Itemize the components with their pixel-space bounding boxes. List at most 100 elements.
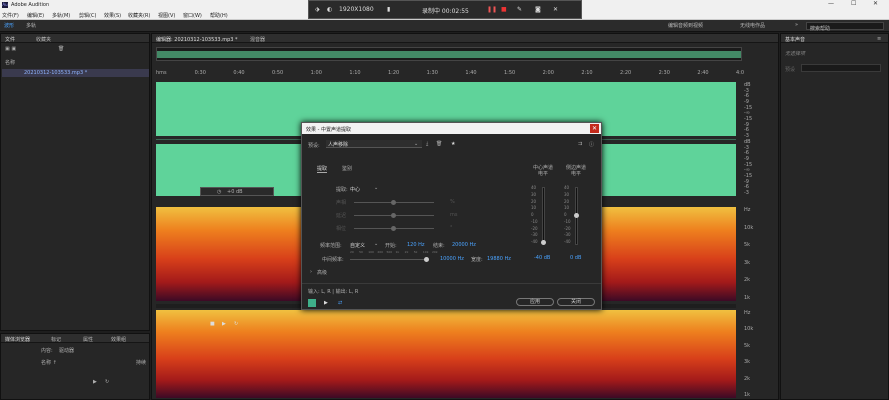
content-select[interactable]: 驱动器 (59, 347, 74, 354)
tab-favorites[interactable]: 收藏夹 (36, 36, 51, 43)
name-header[interactable]: 名称 ↑ (41, 359, 57, 366)
close-button[interactable]: 关闭 (557, 298, 595, 306)
spectrogram-right-channel[interactable] (156, 310, 736, 398)
advanced-chevron-icon[interactable]: › (310, 269, 312, 275)
extract-chevron-icon: ⌄ (374, 185, 379, 191)
tab-extract[interactable]: 提取 (317, 165, 328, 173)
workspace-video[interactable]: 编辑音频到视频 (668, 22, 703, 29)
tab-effects-rack[interactable]: 效果组 (111, 336, 126, 343)
center-level-label: 中心声道电平 (533, 165, 554, 177)
tab-mixer[interactable]: 混音器 (250, 36, 265, 43)
recorder-resolution: 1920X1080 (339, 6, 374, 13)
tab-properties[interactable]: 属性 (83, 336, 93, 343)
time-ruler[interactable]: hms 0:30 0:40 0:50 1:00 1:10 1:20 1:30 1:40 1:50 2… (156, 70, 744, 78)
freqticks-tick: 200 (377, 250, 384, 254)
width-value[interactable]: 19880 Hz (487, 256, 511, 262)
files-panel: 文件 收藏夹 ▣ ▣ 🗑 名称 20210312-103533.mp3 * (0, 33, 150, 331)
tab-files[interactable]: 文件 (5, 36, 15, 43)
loop-transport-icon[interactable]: ↻ (234, 321, 238, 327)
trash-icon[interactable]: 🗑 (58, 46, 64, 52)
pan-knob[interactable] (391, 200, 396, 205)
pin-icon[interactable]: ⬗ (315, 6, 320, 13)
folder-icon[interactable]: ▣ ▣ (5, 46, 16, 52)
mic-icon[interactable]: ▮ (387, 6, 390, 13)
preview-play-icon[interactable]: ▶ (324, 300, 328, 306)
volume-knob-icon[interactable]: ◷ (217, 189, 221, 195)
file-row[interactable]: 20210312-103533.mp3 * (2, 69, 149, 77)
side-level-knob[interactable] (574, 213, 579, 218)
menu-help[interactable]: 帮助(H) (210, 12, 228, 19)
phase-knob[interactable] (391, 226, 396, 231)
delay-knob[interactable] (391, 213, 396, 218)
preview-loop-icon[interactable]: ⇄ (338, 300, 342, 306)
stop-icon[interactable]: ■ (501, 6, 507, 13)
preset-dropdown[interactable]: 人声移除 ⌄ (326, 140, 422, 148)
panel-menu-icon[interactable]: ≡ (877, 36, 881, 42)
pen-icon[interactable]: ✎ (517, 6, 522, 13)
menu-favorites[interactable]: 收藏夹(R) (128, 12, 150, 19)
menu-effects[interactable]: 效果(S) (104, 12, 121, 19)
menu-view[interactable]: 视图(V) (158, 12, 175, 19)
center-level-knob[interactable] (541, 240, 546, 245)
recorder-close-icon[interactable]: ✕ (553, 6, 558, 13)
contrast-icon[interactable]: ◐ (327, 6, 332, 13)
center-freq-value[interactable]: 10000 Hz (440, 256, 464, 262)
advanced-toggle[interactable]: 高级 (317, 269, 327, 276)
app-title: Adobe Audition (11, 2, 50, 8)
hzscale2-tick: 1k (744, 392, 751, 398)
center-level-slider[interactable] (542, 187, 545, 245)
volume-hud[interactable]: ◷ +0 dB (200, 187, 274, 196)
waveform-tab[interactable]: 波形 (4, 22, 14, 29)
play-transport-icon[interactable]: ▶ (222, 321, 226, 327)
freqticks-tick: 20k (432, 250, 438, 254)
menu-window[interactable]: 窗口(W) (183, 12, 202, 19)
menu-file[interactable]: 文件(F) (2, 12, 19, 19)
hzscale2-tick: 5k (744, 342, 751, 349)
loop-icon[interactable]: ↻ (105, 379, 109, 385)
pause-icon[interactable]: ❚❚ (487, 6, 497, 13)
dialog-close-icon[interactable]: ✕ (590, 124, 599, 133)
workspace-menu-icon[interactable]: » (795, 22, 798, 28)
side-level-value[interactable]: 0 dB (570, 255, 581, 261)
ruler-tick: 0:40 (233, 70, 245, 76)
favorite-star-icon[interactable]: ★ (451, 141, 455, 147)
close-icon[interactable]: ✕ (873, 0, 878, 7)
menu-clip[interactable]: 剪辑(C) (79, 12, 96, 19)
camera-icon[interactable]: ◙ (535, 6, 541, 13)
menu-edit[interactable]: 编辑(E) (27, 12, 44, 19)
save-preset-icon[interactable]: ⤓ (426, 141, 428, 147)
freq-range-dropdown[interactable]: 自定义 (350, 242, 365, 249)
maximize-icon[interactable]: ☐ (851, 0, 856, 7)
start-value[interactable]: 120 Hz (407, 242, 425, 248)
tab-markers[interactable]: 标记 (51, 336, 61, 343)
extract-label: 提取: (336, 187, 348, 193)
power-toggle-icon[interactable] (308, 299, 316, 307)
center-level-value[interactable]: -40 dB (534, 255, 550, 261)
menu-multitrack[interactable]: 多轨(M) (52, 12, 70, 19)
duration-header[interactable]: 持续 (136, 359, 146, 366)
end-value[interactable]: 20000 Hz (452, 242, 476, 248)
phase-unit: ° (450, 225, 453, 231)
apply-button[interactable]: 应用 (516, 298, 554, 306)
routing-icon[interactable]: ⇉ (578, 141, 582, 147)
extract-dropdown[interactable]: 中心 (350, 186, 360, 193)
center-freq-slider[interactable] (350, 259, 428, 260)
center-freq-knob[interactable] (424, 257, 429, 262)
play-icon[interactable]: ▶ (93, 379, 97, 385)
overview-bar[interactable] (156, 47, 742, 61)
preset-select[interactable] (801, 64, 881, 72)
tab-editor[interactable]: 编辑器: 20210312-103533.mp3 * (156, 36, 238, 43)
stop-transport-icon[interactable]: ■ (210, 321, 215, 327)
minimize-icon[interactable]: — (828, 0, 834, 7)
tab-media-browser[interactable]: 媒体浏览器 (5, 336, 30, 343)
side-meter-scale: 40 30 20 10 0 -10 -20 -30 -40 (564, 185, 574, 245)
tab-identify[interactable]: 鉴别 (342, 165, 352, 172)
delete-preset-icon[interactable]: 🗑 (436, 141, 442, 147)
multitrack-tab[interactable]: 多轨 (26, 22, 36, 29)
meterscale1-tick: -10 (531, 218, 538, 224)
search-input[interactable]: ⌕ 搜索帮助 (806, 22, 884, 32)
freqticks-tick: 100 (368, 250, 374, 254)
info-icon[interactable]: ⓘ (589, 141, 594, 148)
workspace-radio[interactable]: 无线电作品 (740, 22, 765, 29)
ruler-tick: 1:20 (388, 70, 400, 76)
